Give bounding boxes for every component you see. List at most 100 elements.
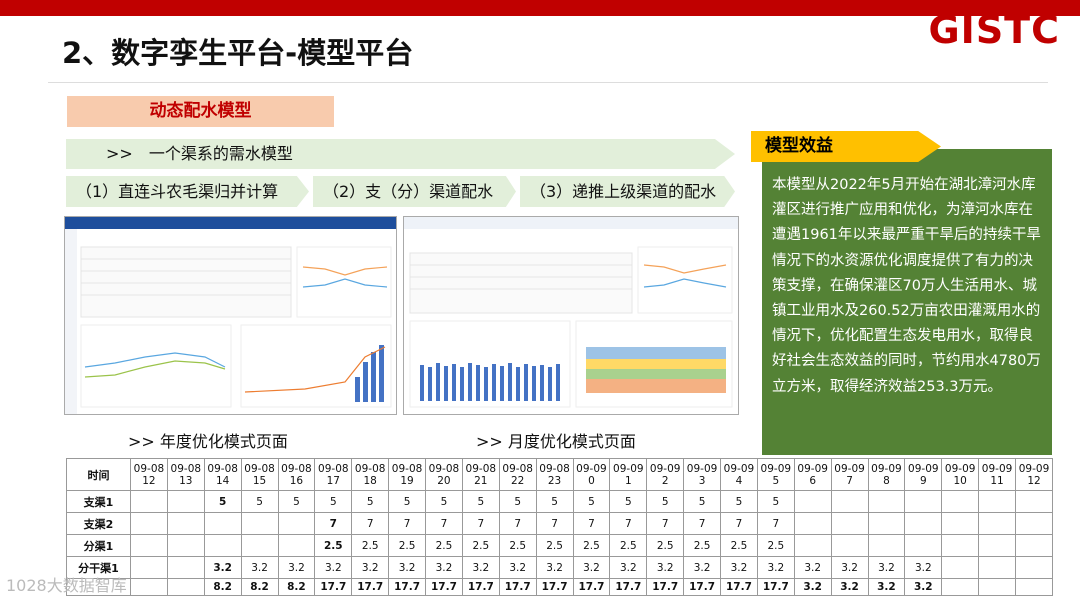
value-cell: 2.5 (351, 534, 390, 558)
value-cell: 5 (609, 490, 648, 514)
value-cell: 5 (756, 490, 795, 514)
value-cell: 3.2 (203, 556, 242, 580)
value-cell: 3.2 (830, 556, 869, 580)
value-cell: 3.2 (830, 578, 869, 596)
value-cell: 2.5 (720, 534, 758, 558)
time-header: 时间 (66, 457, 131, 492)
time-cell: 09-09 2 (646, 457, 685, 492)
value-cell: 3.2 (277, 556, 316, 580)
time-cell: 09-09 6 (793, 457, 832, 492)
value-cell (130, 512, 168, 536)
value-cell: 17.7 (720, 578, 758, 596)
value-cell: 5 (351, 490, 390, 514)
value-cell: 3.2 (240, 556, 279, 580)
time-cell: 09-09 5 (756, 457, 795, 492)
value-cell (904, 534, 943, 558)
time-cell: 09-09 3 (683, 457, 721, 492)
value-cell: 5 (277, 490, 316, 514)
time-cell: 09-08 22 (498, 457, 537, 492)
benefit-text: 本模型从2022年5月开始在湖北漳河水库灌区进行推广应用和优化，为漳河水库在遭遇… (762, 149, 1052, 455)
time-cell: 09-09 12 (1015, 457, 1053, 492)
time-cell: 09-08 20 (425, 457, 463, 492)
value-cell (130, 578, 168, 596)
value-cell: 2.5 (572, 534, 611, 558)
value-cell: 17.7 (646, 578, 685, 596)
value-cell: 7 (572, 512, 611, 536)
value-cell: 3.2 (720, 556, 758, 580)
value-cell: 7 (425, 512, 463, 536)
value-cell: 5 (646, 490, 685, 514)
annual-mode-caption: >> 年度优化模式页面 (128, 432, 288, 451)
watermark: 1028大数据智库 (6, 576, 127, 595)
value-cell (904, 490, 943, 514)
value-cell (904, 512, 943, 536)
time-cell: 09-08 16 (277, 457, 316, 492)
time-cell: 09-09 0 (572, 457, 611, 492)
value-cell: 7 (388, 512, 426, 536)
value-cell (1015, 556, 1053, 580)
value-cell: 3.2 (904, 578, 943, 596)
value-cell: 17.7 (683, 578, 721, 596)
value-cell (1015, 512, 1053, 536)
value-cell (1015, 534, 1053, 558)
value-cell: 8.2 (277, 578, 316, 596)
step-1: （1）直连斗农毛渠归并计算 (66, 176, 309, 207)
value-cell: 3.2 (535, 556, 574, 580)
value-cell (830, 490, 869, 514)
table-row: 支渠1 5 5 5 5 5 5 5 5 5 5 5 5 5 5 5 5 (66, 490, 1053, 514)
value-cell: 17.7 (498, 578, 537, 596)
value-cell: 2.5 (609, 534, 648, 558)
slide: GISTC 2、数字孪生平台-模型平台 动态配水模型 >> 一个渠系的需水模型 … (0, 0, 1080, 607)
value-cell (978, 490, 1016, 514)
value-cell: 3.2 (793, 578, 832, 596)
benefit-heading: 模型效益 (751, 131, 941, 162)
value-cell: 5 (572, 490, 611, 514)
value-cell: 5 (720, 490, 758, 514)
value-cell: 2.5 (461, 534, 500, 558)
time-cell: 09-09 11 (978, 457, 1016, 492)
row-label: 支渠2 (66, 512, 131, 536)
value-cell (166, 490, 205, 514)
value-cell: 17.7 (351, 578, 390, 596)
value-cell (978, 534, 1016, 558)
value-cell: 17.7 (609, 578, 648, 596)
value-cell (867, 534, 906, 558)
value-cell (1015, 578, 1053, 596)
time-cell: 09-08 18 (351, 457, 390, 492)
value-cell: 5 (240, 490, 279, 514)
value-cell: 2.5 (646, 534, 685, 558)
value-cell (240, 512, 279, 536)
value-cell: 17.7 (425, 578, 463, 596)
value-cell: 3.2 (756, 556, 795, 580)
value-cell: 3.2 (646, 556, 685, 580)
value-cell (166, 534, 205, 558)
value-cell (130, 490, 168, 514)
value-cell: 5 (498, 490, 537, 514)
value-cell: 7 (351, 512, 390, 536)
value-cell (166, 556, 205, 580)
value-cell (941, 578, 980, 596)
value-cell: 17.7 (572, 578, 611, 596)
monthly-mode-screenshot (403, 216, 739, 415)
value-cell: 17.7 (535, 578, 574, 596)
value-cell: 2.5 (425, 534, 463, 558)
gistc-logo: GISTC (928, 8, 1060, 52)
value-cell: 2.5 (683, 534, 721, 558)
value-cell: 3.2 (609, 556, 648, 580)
time-cell: 09-08 19 (388, 457, 426, 492)
value-cell (277, 512, 316, 536)
value-cell: 3.2 (388, 556, 426, 580)
step-2: （2）支（分）渠道配水 (313, 176, 516, 207)
value-cell: 8.2 (203, 578, 242, 596)
table-row: 8.2 8.2 8.2 17.7 17.7 17.7 17.7 17.7 17.7 17.7 17.… (66, 578, 1053, 596)
value-cell: 7 (498, 512, 537, 536)
value-cell (166, 578, 205, 596)
value-cell: 3.2 (461, 556, 500, 580)
value-cell: 7 (535, 512, 574, 536)
value-cell: 7 (683, 512, 721, 536)
value-cell: 3.2 (351, 556, 390, 580)
table-header-row: 时间 09-08 12 09-08 13 09-08 14 09-08 15 09-08 16 09-… (66, 457, 1053, 492)
value-cell (867, 512, 906, 536)
time-cell: 09-09 7 (830, 457, 869, 492)
value-cell (978, 556, 1016, 580)
